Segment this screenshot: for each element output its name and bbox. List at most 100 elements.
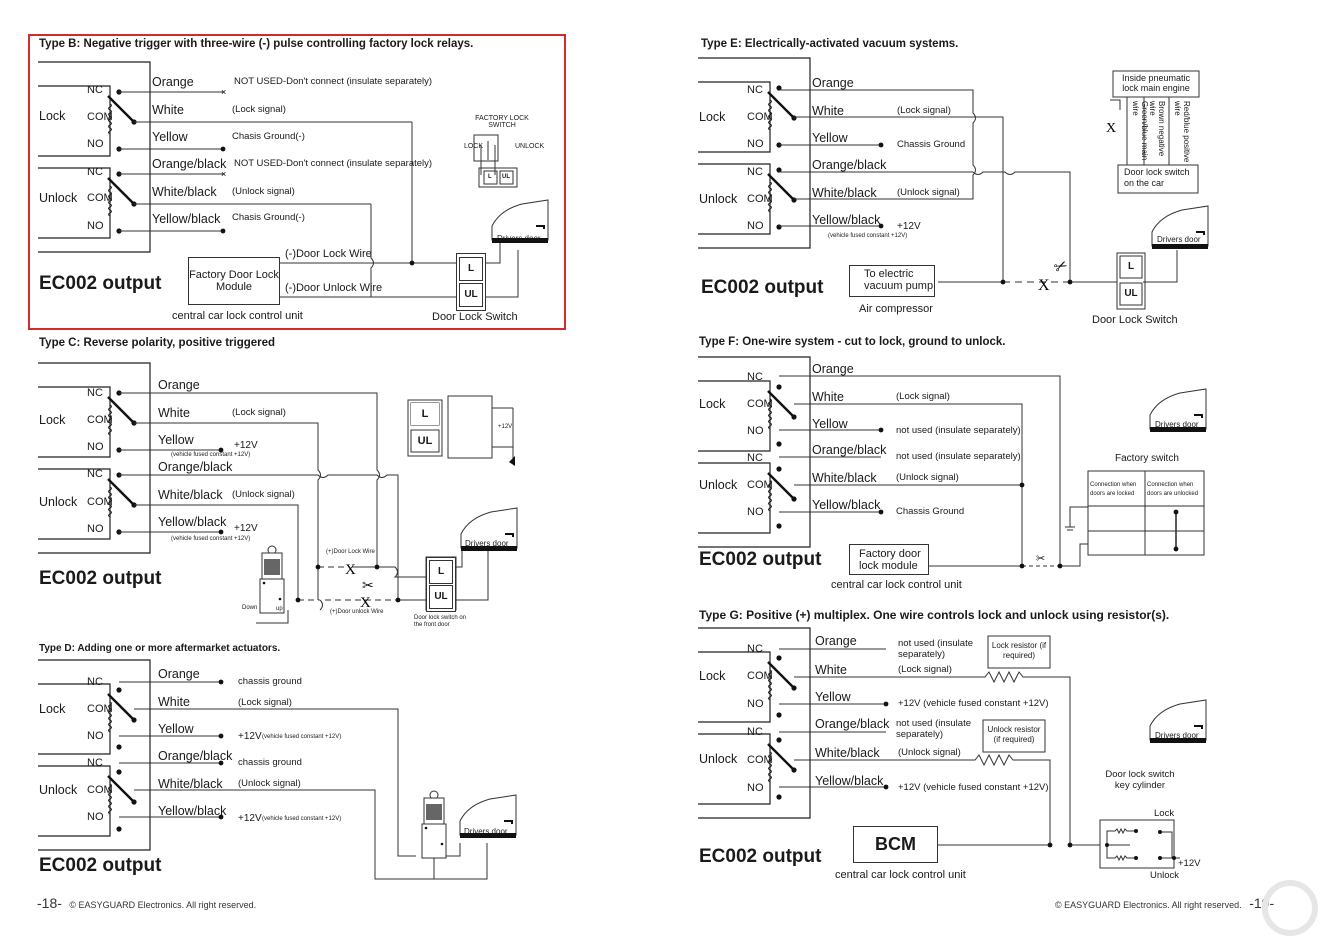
bcm-box: BCM bbox=[853, 826, 938, 863]
key-unlock-label: Unlock bbox=[1150, 870, 1180, 881]
fused-note: (vehicle fused constant +12V) bbox=[171, 536, 251, 542]
no-label: NO bbox=[747, 220, 764, 232]
com-label: COM bbox=[747, 670, 773, 682]
wire-yellow-black: Yellow/black bbox=[815, 774, 884, 788]
note: not used (insulate separately) bbox=[898, 638, 973, 660]
wire-orange: Orange bbox=[158, 667, 200, 681]
no-label: NO bbox=[87, 441, 104, 453]
relay-lock-label: Lock bbox=[699, 669, 726, 683]
wire-orange-black: Orange/black bbox=[812, 443, 887, 457]
com-label: COM bbox=[747, 479, 773, 491]
nc-label: NC bbox=[87, 757, 103, 769]
note: (Lock signal) bbox=[897, 105, 951, 116]
wire-white-black: White/black bbox=[158, 777, 223, 791]
relay-lock-label: Lock bbox=[39, 109, 66, 123]
wire-yellow-black: Yellow/black bbox=[158, 804, 227, 818]
door-lock-wire-label: (-)Door Lock Wire bbox=[285, 248, 372, 260]
unlock-button-ul: UL bbox=[459, 283, 483, 307]
note: Chassis Ground bbox=[897, 139, 966, 150]
wire-white: White bbox=[815, 663, 847, 677]
svg-text:✂: ✂ bbox=[1036, 553, 1045, 565]
note: not used (insulate separately) bbox=[896, 425, 1021, 436]
module-caption: central car lock control unit bbox=[831, 579, 962, 591]
lock-resistor-box: Lock resistor (if required) bbox=[991, 641, 1047, 660]
note: (Lock signal) bbox=[238, 697, 292, 708]
note: (Unlock signal) bbox=[897, 187, 960, 198]
typeG-title: Type G: Positive (+) multiplex. One wire… bbox=[699, 608, 1170, 622]
nc-label: NC bbox=[87, 468, 103, 480]
factory-switch-unlock: UNLOCK bbox=[515, 143, 545, 150]
factory-btn-l: L bbox=[488, 174, 492, 180]
door-lock-switch-caption: Door lock switch on the front door bbox=[414, 615, 467, 628]
note: +12V (vehicle fused constant +12V) bbox=[898, 698, 1049, 709]
wire-yellow: Yellow bbox=[812, 131, 848, 145]
fused-note: (vehicle fused constant +12V) bbox=[828, 233, 908, 239]
unlock-resistor-box: Unlock resistor (if required) bbox=[987, 725, 1041, 744]
note: chassis ground bbox=[238, 676, 302, 687]
relay-lock-label: Lock bbox=[39, 702, 66, 716]
wire-yellow: Yellow bbox=[158, 433, 194, 447]
wire-yellow-black: Yellow/black bbox=[812, 213, 881, 227]
drivers-door-label: Drivers door bbox=[1155, 731, 1199, 740]
wire-orange-black: Orange/black bbox=[152, 157, 227, 171]
page-number-left: -18- bbox=[37, 895, 62, 911]
drivers-door-label: Drivers door bbox=[1157, 235, 1201, 244]
bcm-caption: central car lock control unit bbox=[835, 869, 966, 881]
fused-note: (vehicle fused constant +12V) bbox=[262, 734, 342, 740]
svg-text:X: X bbox=[1106, 121, 1116, 136]
no-label: NO bbox=[87, 730, 104, 742]
note: +12V bbox=[238, 731, 262, 742]
no-label: NO bbox=[747, 782, 764, 794]
typeC-title: Type C: Reverse polarity, positive trigg… bbox=[39, 337, 276, 349]
wire-yellow: Yellow bbox=[812, 417, 848, 431]
svg-text:X: X bbox=[1038, 277, 1050, 294]
wire-orange: Orange bbox=[812, 76, 854, 90]
note: (Unlock signal) bbox=[896, 472, 959, 483]
relay-lock-label: Lock bbox=[39, 413, 66, 427]
factory-switch-title: FACTORY LOCK SWITCH bbox=[475, 115, 529, 129]
lock-button-l: L bbox=[1127, 261, 1135, 272]
no-label: NO bbox=[87, 811, 104, 823]
wire-orange-black: Orange/black bbox=[158, 460, 233, 474]
relay-unlock-label: Unlock bbox=[39, 783, 78, 797]
wire-white-black: White/black bbox=[812, 471, 877, 485]
no-label: NO bbox=[87, 220, 104, 232]
wire-white-black: White/black bbox=[152, 185, 217, 199]
switch-btn-l: L bbox=[411, 403, 439, 425]
typeE-title: Type E: Electrically-activated vacuum sy… bbox=[701, 38, 959, 50]
plus12-label: +12V bbox=[498, 424, 513, 430]
com-label: COM bbox=[87, 703, 113, 715]
drivers-door-label: Drivers door bbox=[465, 539, 509, 548]
engine-wire-greenblue: Green/blue main wire bbox=[1131, 101, 1149, 161]
nc-label: NC bbox=[747, 371, 763, 383]
note: (Unlock signal) bbox=[232, 186, 295, 197]
note: not used (insulate separately) bbox=[896, 451, 1021, 462]
svg-text:✂: ✂ bbox=[1052, 257, 1071, 278]
col-locked: Connection when doors are locked bbox=[1090, 482, 1137, 497]
nc-label: NC bbox=[747, 452, 763, 464]
no-label: NO bbox=[87, 138, 104, 150]
com-label: COM bbox=[747, 398, 773, 410]
factory-switch-lock: LOCK bbox=[464, 143, 484, 150]
ec002-output-label: EC002 output bbox=[701, 277, 824, 298]
lock-button-l: L bbox=[429, 560, 453, 584]
note: +12V bbox=[234, 440, 258, 451]
ec002-output-label: EC002 output bbox=[39, 568, 162, 589]
note: chassis ground bbox=[238, 757, 302, 768]
note: Chasis Ground(-) bbox=[232, 212, 305, 223]
wire-orange-black: Orange/black bbox=[812, 158, 887, 172]
ec002-output-label: EC002 output bbox=[39, 855, 162, 876]
nc-label: NC bbox=[747, 643, 763, 655]
module-caption: central car lock control unit bbox=[172, 310, 303, 322]
note: +12V bbox=[234, 523, 258, 534]
unlock-button-ul: UL bbox=[1124, 288, 1138, 299]
relay-lock-label: Lock bbox=[699, 110, 726, 124]
com-label: COM bbox=[747, 111, 773, 123]
note: Chasis Ground(-) bbox=[232, 131, 305, 142]
nc-label: NC bbox=[87, 166, 103, 178]
nc-label: NC bbox=[747, 166, 763, 178]
switch-btn-ul: UL bbox=[417, 435, 433, 447]
footer-left: -18- © EASYGUARD Electronics. All right … bbox=[37, 895, 256, 911]
vacuum-pump-box: To electric vacuum pump bbox=[849, 265, 935, 297]
nc-label: NC bbox=[87, 84, 103, 96]
